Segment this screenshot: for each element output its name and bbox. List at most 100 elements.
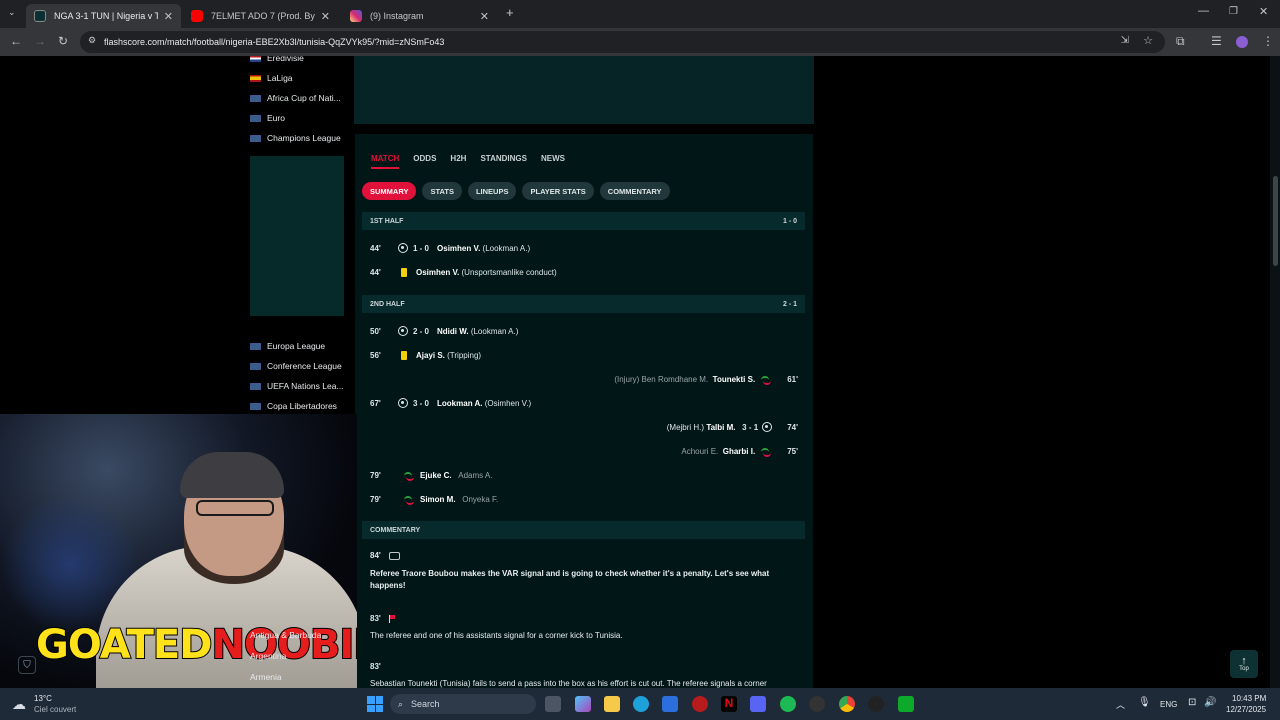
file-explorer-icon[interactable] [604, 696, 620, 712]
incident-player[interactable]: Talbi M. [706, 423, 735, 432]
incident-player[interactable]: Lookman A. [437, 399, 482, 408]
commentary-label: COMMENTARY [370, 526, 421, 534]
streamer-logo: GOATEDNOOBIE [35, 621, 357, 669]
tab-odds[interactable]: ODDS [413, 154, 436, 163]
incident-minute: 79' [370, 470, 381, 480]
browser-menu-icon[interactable]: ⋮ [1262, 34, 1274, 48]
left-nav-competition[interactable]: UEFA Nations Lea... [250, 378, 344, 394]
app-icon[interactable] [868, 696, 884, 712]
page-scrollbar[interactable] [1270, 56, 1280, 688]
app-icon[interactable] [898, 696, 914, 712]
maximize-icon[interactable]: ❐ [1229, 6, 1238, 17]
incident-minute: 50' [370, 326, 381, 336]
weather-temp[interactable]: 13°C [34, 694, 52, 703]
country-flag-icon [250, 74, 261, 82]
left-nav-competition[interactable]: Eredivisie [250, 56, 304, 66]
summary-tabs: SUMMARY STATS LINEUPS PLAYER STATS COMME… [362, 182, 670, 200]
bookmark-star-icon[interactable]: ☆ [1143, 34, 1153, 47]
tab-h2h[interactable]: H2H [450, 154, 466, 163]
task-view-icon[interactable] [545, 696, 561, 712]
tab-instagram[interactable]: (9) Instagram ✕ [342, 4, 497, 28]
left-nav-competition[interactable]: Conference League [250, 358, 342, 374]
reload-icon[interactable]: ↻ [58, 34, 68, 48]
streamer-webcam: GOATEDNOOBIE [0, 414, 357, 688]
forward-icon[interactable]: → [34, 34, 46, 48]
scrollbar-thumb[interactable] [1273, 176, 1278, 266]
country-item[interactable]: Argentina [250, 651, 286, 661]
discord-icon[interactable] [750, 696, 766, 712]
tray-chevron-icon[interactable]: ︿ [1116, 698, 1125, 711]
scroll-top-button[interactable]: ↑ Top [1230, 650, 1258, 678]
spotify-icon[interactable] [780, 696, 796, 712]
app-icon[interactable] [692, 696, 708, 712]
left-nav-competition[interactable]: Europa League [250, 338, 325, 354]
extensions-icon[interactable]: ⧉ [1176, 34, 1185, 49]
incident-player[interactable]: Ndidi W. [437, 327, 469, 336]
incident-player[interactable]: Tounekti S. [713, 375, 756, 384]
left-nav-competition[interactable]: Copa Libertadores [250, 398, 337, 414]
streamer-cap [180, 452, 284, 498]
tab-summary[interactable]: SUMMARY [362, 182, 417, 200]
clock-time[interactable]: 10:43 PM [1232, 694, 1266, 703]
tab-title: NGA 3-1 TUN | Nigeria v Tunisia [54, 11, 158, 21]
weather-desc[interactable]: Ciel couvert [34, 705, 76, 714]
copilot-icon[interactable] [575, 696, 591, 712]
microphone-icon[interactable]: 🎙 [1138, 697, 1151, 708]
tab-player-stats[interactable]: PLAYER STATS [522, 182, 594, 200]
clock-date[interactable]: 12/27/2025 [1226, 705, 1266, 714]
top-ad-banner [354, 56, 814, 124]
country-item[interactable]: Antigua & Barbuda [250, 630, 321, 640]
competition-label: UEFA Nations Lea... [267, 381, 344, 391]
tab-commentary[interactable]: COMMENTARY [599, 182, 670, 200]
new-tab-icon[interactable]: + [506, 5, 514, 20]
close-tab-icon[interactable]: ✕ [321, 10, 330, 23]
store-icon[interactable] [662, 696, 678, 712]
incident-player[interactable]: Osimhen V. [416, 268, 459, 277]
site-info-icon[interactable]: ⚙ [88, 35, 96, 46]
profile-avatar[interactable] [1236, 36, 1248, 48]
competition-label: Champions League [267, 133, 341, 143]
incident-player[interactable]: Gharbi I. [723, 447, 755, 456]
left-nav-competition[interactable]: LaLiga [250, 70, 293, 86]
incident-player[interactable]: Ejuke C. [420, 471, 452, 480]
tab-news[interactable]: NEWS [541, 154, 565, 163]
tab-stats[interactable]: STATS [422, 182, 462, 200]
close-tab-icon[interactable]: ✕ [480, 10, 489, 23]
volume-icon[interactable]: 🔊 [1204, 697, 1216, 708]
language-indicator[interactable]: ENG [1160, 700, 1177, 709]
close-tab-icon[interactable]: ✕ [164, 10, 173, 23]
url-field[interactable]: ⚙ flashscore.com/match/football/nigeria-… [80, 31, 1165, 53]
network-icon[interactable]: ⊡ [1188, 697, 1196, 708]
competition-label: Copa Libertadores [267, 401, 337, 411]
left-nav-competition[interactable]: Champions League [250, 130, 341, 146]
first-half-header: 1ST HALF 1 - 0 [362, 212, 805, 230]
left-nav-competition[interactable]: Euro [250, 110, 285, 126]
reading-list-icon[interactable]: ☰ [1211, 34, 1222, 48]
privacy-shield-icon[interactable]: ⛉ [18, 656, 36, 674]
tab-lineups[interactable]: LINEUPS [467, 182, 517, 200]
edge-icon[interactable] [633, 696, 649, 712]
chrome-icon[interactable] [839, 696, 855, 712]
country-item[interactable]: Armenia [250, 672, 282, 682]
incident-detail: Onyeka F. [462, 494, 499, 504]
windows-start-icon[interactable] [367, 696, 383, 712]
incident-row: (Mejbri H.) Talbi M. 3 - 1 74' [370, 419, 798, 435]
install-app-icon[interactable]: ⇲ [1121, 35, 1129, 46]
close-window-icon[interactable]: ✕ [1259, 5, 1268, 18]
incident-player[interactable]: Ajayi S. [416, 351, 445, 360]
tab-standings[interactable]: STANDINGS [480, 154, 527, 163]
netflix-icon[interactable]: N [721, 696, 737, 712]
incident-player[interactable]: Osimhen V. [437, 244, 480, 253]
tab-match[interactable]: MATCH [371, 154, 399, 163]
minimize-icon[interactable]: — [1198, 5, 1209, 17]
back-icon[interactable]: ← [10, 34, 22, 48]
var-icon [388, 551, 400, 560]
taskbar-search[interactable]: ⌕ Search [390, 694, 536, 714]
app-icon[interactable] [809, 696, 825, 712]
tab-youtube[interactable]: 7ELMET ADO 7 (Prod. By West ✕ [183, 4, 338, 28]
incident-player[interactable]: Simon M. [420, 495, 456, 504]
incident-minute: 56' [370, 350, 381, 360]
left-nav-competition[interactable]: Africa Cup of Nati... [250, 90, 341, 106]
tab-flashscore[interactable]: NGA 3-1 TUN | Nigeria v Tunisia ✕ [26, 4, 181, 28]
tab-search-chevron-icon[interactable]: ⌄ [8, 7, 16, 18]
